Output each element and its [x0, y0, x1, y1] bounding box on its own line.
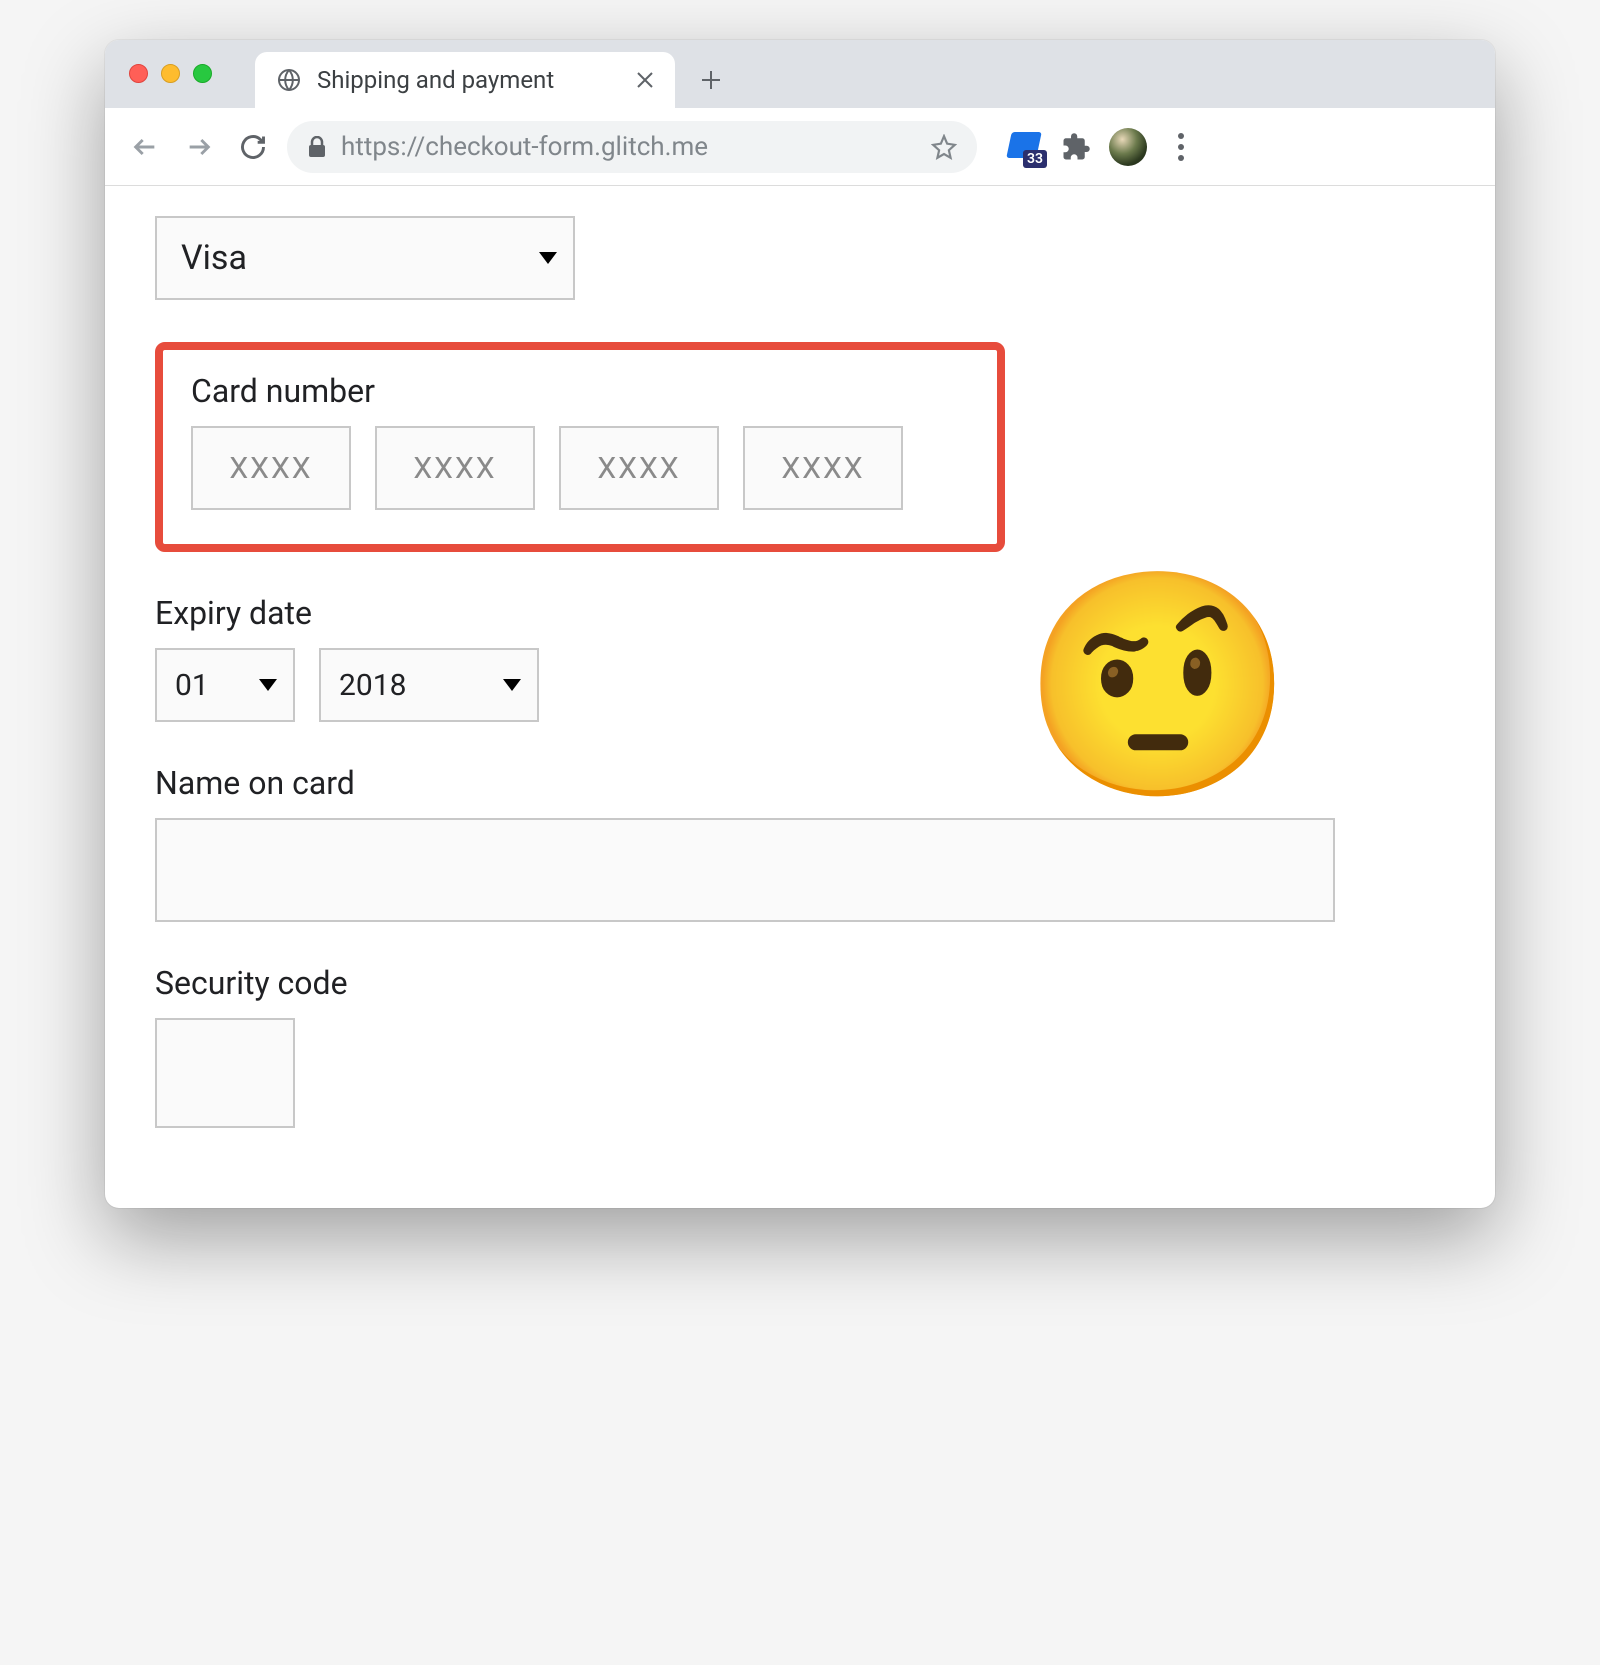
lock-icon: [307, 136, 327, 158]
browser-toolbar: https://checkout-form.glitch.me 33: [105, 108, 1495, 186]
minimize-window-button[interactable]: [161, 64, 180, 83]
extension-badge-count: 33: [1023, 150, 1047, 168]
maximize-window-button[interactable]: [193, 64, 212, 83]
browser-menu-button[interactable]: [1165, 133, 1197, 161]
card-number-label: Card number: [191, 372, 969, 410]
name-on-card-input[interactable]: [155, 818, 1335, 922]
card-number-group: Card number: [155, 342, 1445, 552]
new-tab-button[interactable]: [689, 58, 733, 102]
extensions-icon[interactable]: [1061, 132, 1091, 162]
globe-icon: [277, 68, 301, 92]
security-code-group: Security code: [155, 964, 1445, 1128]
extension-css-badge[interactable]: 33: [1009, 130, 1043, 164]
forward-button[interactable]: [179, 127, 219, 167]
back-button[interactable]: [125, 127, 165, 167]
expiry-month-select[interactable]: 01: [155, 648, 295, 722]
page-content: Visa Card number 🤨 Expiry date 01: [105, 186, 1495, 1208]
card-number-highlight: Card number: [155, 342, 1005, 552]
reload-button[interactable]: [233, 127, 273, 167]
card-number-segment-2[interactable]: [375, 426, 535, 510]
profile-avatar[interactable]: [1109, 128, 1147, 166]
window-titlebar: Shipping and payment: [105, 40, 1495, 108]
close-tab-icon[interactable]: [633, 68, 657, 92]
raised-eyebrow-emoji: 🤨: [1021, 576, 1295, 796]
bookmark-star-icon[interactable]: [931, 134, 957, 160]
security-code-label: Security code: [155, 964, 1445, 1002]
extensions-group: 33: [1009, 128, 1197, 166]
traffic-lights: [129, 64, 212, 83]
browser-window: Shipping and payment https://checkout-fo…: [105, 40, 1495, 1208]
address-bar[interactable]: https://checkout-form.glitch.me: [287, 121, 977, 173]
card-number-segments: [191, 426, 969, 510]
card-type-select[interactable]: Visa: [155, 216, 575, 300]
url-text: https://checkout-form.glitch.me: [341, 132, 917, 162]
close-window-button[interactable]: [129, 64, 148, 83]
browser-tab[interactable]: Shipping and payment: [255, 52, 675, 108]
card-type-group: Visa: [155, 216, 1445, 300]
expiry-year-select[interactable]: 2018: [319, 648, 539, 722]
security-code-input[interactable]: [155, 1018, 295, 1128]
card-number-segment-4[interactable]: [743, 426, 903, 510]
tab-title: Shipping and payment: [317, 66, 617, 94]
card-number-segment-1[interactable]: [191, 426, 351, 510]
card-number-segment-3[interactable]: [559, 426, 719, 510]
